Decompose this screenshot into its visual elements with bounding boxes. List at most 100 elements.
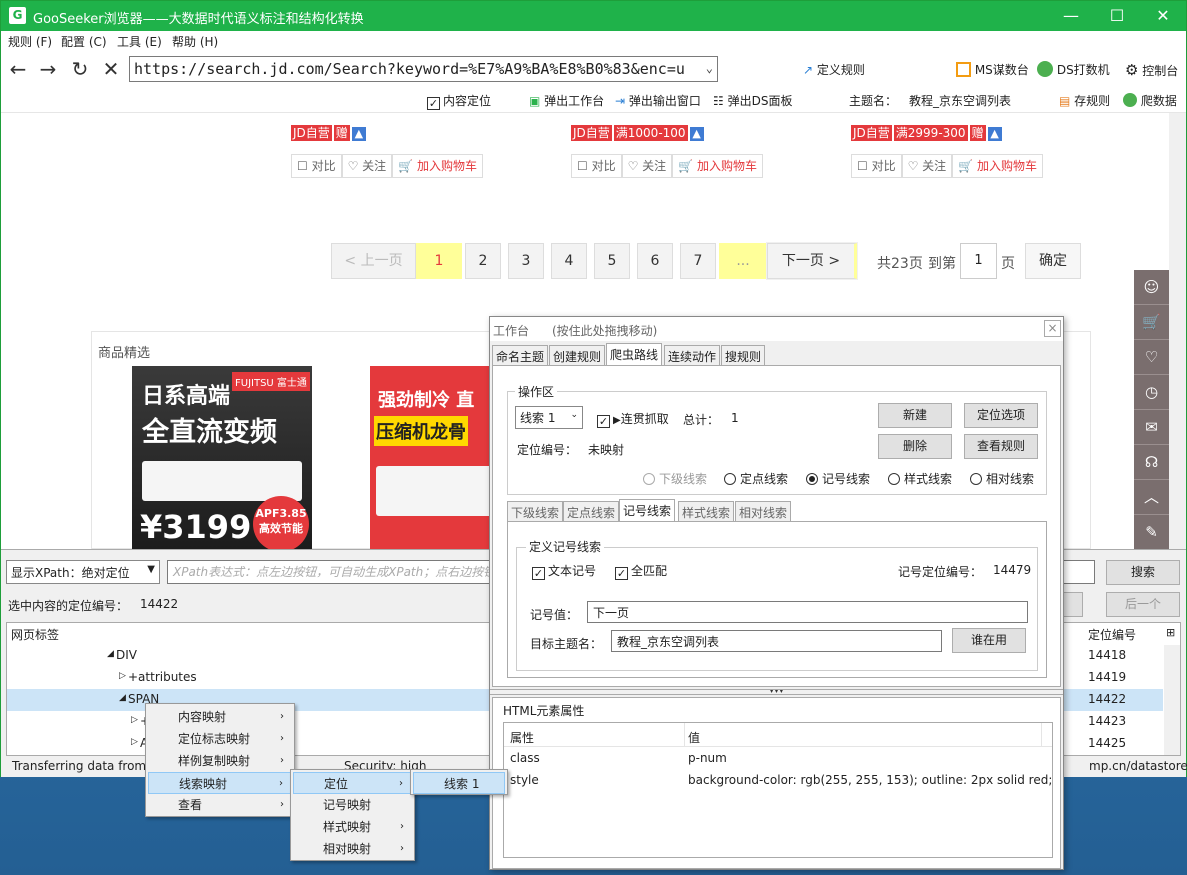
goto-page-input[interactable]: 1 — [960, 243, 997, 279]
workbench-drag-handle[interactable]: 工作台 (按住此处拖拽移动) × — [490, 317, 1063, 341]
back-to-top-icon[interactable]: ︿ — [1134, 480, 1169, 515]
add-to-cart-button[interactable]: 🛒 加入购物车 — [392, 154, 483, 178]
follow-button[interactable]: ♡ 关注 — [341, 154, 393, 178]
menu-item-content-mapping[interactable]: 内容映射 › — [148, 706, 292, 728]
subtab-mark-clue[interactable]: 记号线索 — [619, 499, 676, 521]
target-theme-input[interactable]: 教程_京东空调列表 — [611, 630, 942, 652]
crawl-button[interactable]: 爬数据 — [1123, 92, 1177, 109]
content-locate-toggle[interactable]: ✓ 内容定位 — [427, 92, 491, 110]
view-rule-button[interactable]: 查看规则 — [964, 434, 1038, 459]
page-1-button[interactable]: 1 — [416, 243, 462, 279]
page-7-button[interactable]: 7 — [680, 243, 716, 279]
locate-options-button[interactable]: 定位选项 — [964, 403, 1038, 428]
tree-scrollbar[interactable] — [1164, 645, 1180, 755]
full-match-checkbox[interactable]: ✓ 全匹配 — [615, 562, 667, 580]
new-button[interactable]: 新建 — [878, 403, 952, 428]
menu-item-locate-flag-mapping[interactable]: 定位标志映射 › — [148, 728, 292, 750]
delete-button[interactable]: 删除 — [878, 434, 952, 459]
prev-page-button[interactable]: < 上一页 — [331, 243, 416, 279]
compare-button[interactable]: ☐ 对比 — [851, 154, 902, 178]
featured-ad-1[interactable]: FUJITSU 富士通 日系高端 全直流变频 APF3.85 高效节能 ¥3199 — [132, 366, 312, 550]
stop-icon[interactable]: ✕ — [99, 57, 123, 81]
goto-confirm-button[interactable]: 确定 — [1025, 243, 1081, 279]
mark-value-input[interactable]: 下一页 — [587, 601, 1028, 623]
refresh-icon[interactable]: ↻ — [68, 57, 92, 81]
page-2-button[interactable]: 2 — [465, 243, 501, 279]
url-input[interactable]: https://search.jd.com/Search?keyword=%E7… — [129, 56, 718, 82]
back-icon[interactable]: ← — [6, 57, 30, 81]
menu-rules[interactable]: 规则 (F) — [8, 33, 52, 50]
user-icon[interactable]: ☺ — [1134, 270, 1169, 305]
menu-item-view[interactable]: 查看 › — [148, 794, 292, 816]
save-rule-button[interactable]: ▤ 存规则 — [1059, 92, 1110, 109]
expander-icon[interactable]: ▷ — [131, 715, 138, 725]
page-scrollbar[interactable] — [1169, 113, 1186, 549]
forward-icon[interactable]: → — [36, 57, 60, 81]
expander-icon[interactable]: ◢ — [107, 649, 114, 659]
menu-config[interactable]: 配置 (C) — [61, 33, 107, 50]
menu-help[interactable]: 帮助 (H) — [172, 33, 218, 50]
define-rule-button[interactable]: ↗ 定义规则 — [803, 61, 865, 78]
tab-create-rule[interactable]: 创建规则 — [549, 345, 606, 365]
radio-fixed-clue[interactable]: 定点线索 — [724, 470, 788, 487]
subtab-relative-clue[interactable]: 相对线索 — [735, 501, 792, 521]
tab-crawl-route[interactable]: 爬虫路线 — [606, 343, 663, 365]
chat-icon[interactable]: ✉ — [1134, 410, 1169, 445]
maximize-button[interactable]: ☐ — [1094, 1, 1140, 31]
minimize-button[interactable]: — — [1048, 1, 1094, 31]
page-3-button[interactable]: 3 — [508, 243, 544, 279]
heart-icon[interactable]: ♡ — [1134, 340, 1169, 375]
feedback-icon[interactable]: ✎ — [1134, 515, 1169, 550]
page-5-button[interactable]: 5 — [594, 243, 630, 279]
expander-icon[interactable]: ▷ — [119, 671, 126, 681]
table-row[interactable]: style background-color: rgb(255, 255, 15… — [504, 769, 1052, 791]
popup-workbench-button[interactable]: ▣ 弹出工作台 — [529, 92, 604, 109]
compare-button[interactable]: ☐ 对比 — [571, 154, 622, 178]
ds-button[interactable]: DS打数机 — [1037, 61, 1110, 78]
splitter-handle[interactable]: ▾ ▾ ▾ — [490, 689, 1063, 695]
add-to-cart-button[interactable]: 🛒 加入购物车 — [672, 154, 763, 178]
next-one-button[interactable]: 后一个 — [1106, 592, 1180, 617]
radio-mark-clue[interactable]: 记号线索 — [806, 470, 870, 487]
menu-item-relative-mapping[interactable]: 相对映射 › — [293, 838, 412, 860]
history-icon[interactable]: ◷ — [1134, 375, 1169, 410]
menu-item-clue-mapping[interactable]: 线索映射 › — [148, 772, 292, 794]
menu-item-locate[interactable]: 定位 › — [293, 772, 412, 794]
support-icon[interactable]: ☊ — [1134, 445, 1169, 480]
menu-tools[interactable]: 工具 (E) — [117, 33, 162, 50]
menu-item-mark-mapping[interactable]: 记号映射 — [293, 794, 412, 816]
follow-button[interactable]: ♡ 关注 — [901, 154, 953, 178]
workbench-close-icon[interactable]: × — [1044, 320, 1061, 337]
tab-search-rule[interactable]: 搜规则 — [721, 345, 766, 365]
subtab-style-clue[interactable]: 样式线索 — [678, 501, 735, 521]
cart-icon[interactable]: 🛒 — [1134, 305, 1169, 340]
menu-item-sample-copy-mapping[interactable]: 样例复制映射 › — [148, 750, 292, 772]
whose-using-button[interactable]: 谁在用 — [952, 628, 1026, 653]
continuous-crawl-checkbox[interactable]: ✓ ▶连贯抓取 — [597, 410, 669, 428]
popup-output-button[interactable]: ⇥ 弹出输出窗口 — [615, 92, 701, 109]
radio-sub-clue[interactable]: 下级线索 — [643, 470, 707, 487]
console-button[interactable]: ⚙ 控制台 — [1125, 61, 1178, 79]
radio-style-clue[interactable]: 样式线索 — [888, 470, 952, 487]
add-to-cart-button[interactable]: 🛒 加入购物车 — [952, 154, 1043, 178]
ms-button[interactable]: MS谋数台 — [956, 61, 1029, 78]
page-4-button[interactable]: 4 — [551, 243, 587, 279]
radio-relative-clue[interactable]: 相对线索 — [970, 470, 1034, 487]
table-row[interactable]: class p-num — [504, 747, 1052, 769]
tab-continuous-action[interactable]: 连续动作 — [664, 345, 721, 365]
popup-ds-button[interactable]: ☷ 弹出DS面板 — [713, 92, 792, 109]
url-dropdown-icon[interactable]: ⌄ — [706, 61, 713, 75]
column-settings-icon[interactable]: ⊞ — [1166, 626, 1175, 639]
menu-item-style-mapping[interactable]: 样式映射 › — [293, 816, 412, 838]
featured-ad-2[interactable]: 强劲制冷 直 压缩机龙骨 — [370, 366, 492, 550]
menu-item-clue-1[interactable]: 线索 1 — [413, 772, 505, 794]
subtab-sub-clue[interactable]: 下级线索 — [507, 501, 564, 521]
compare-button[interactable]: ☐ 对比 — [291, 154, 342, 178]
xpath-mode-select[interactable]: 显示XPath：绝对定位 ▼ — [6, 560, 160, 584]
expander-icon[interactable]: ▷ — [131, 737, 138, 747]
expander-icon[interactable]: ◢ — [119, 693, 126, 703]
page-6-button[interactable]: 6 — [637, 243, 673, 279]
follow-button[interactable]: ♡ 关注 — [621, 154, 673, 178]
tab-name-theme[interactable]: 命名主题 — [492, 345, 549, 365]
next-page-button[interactable]: 下一页 > — [766, 242, 858, 280]
